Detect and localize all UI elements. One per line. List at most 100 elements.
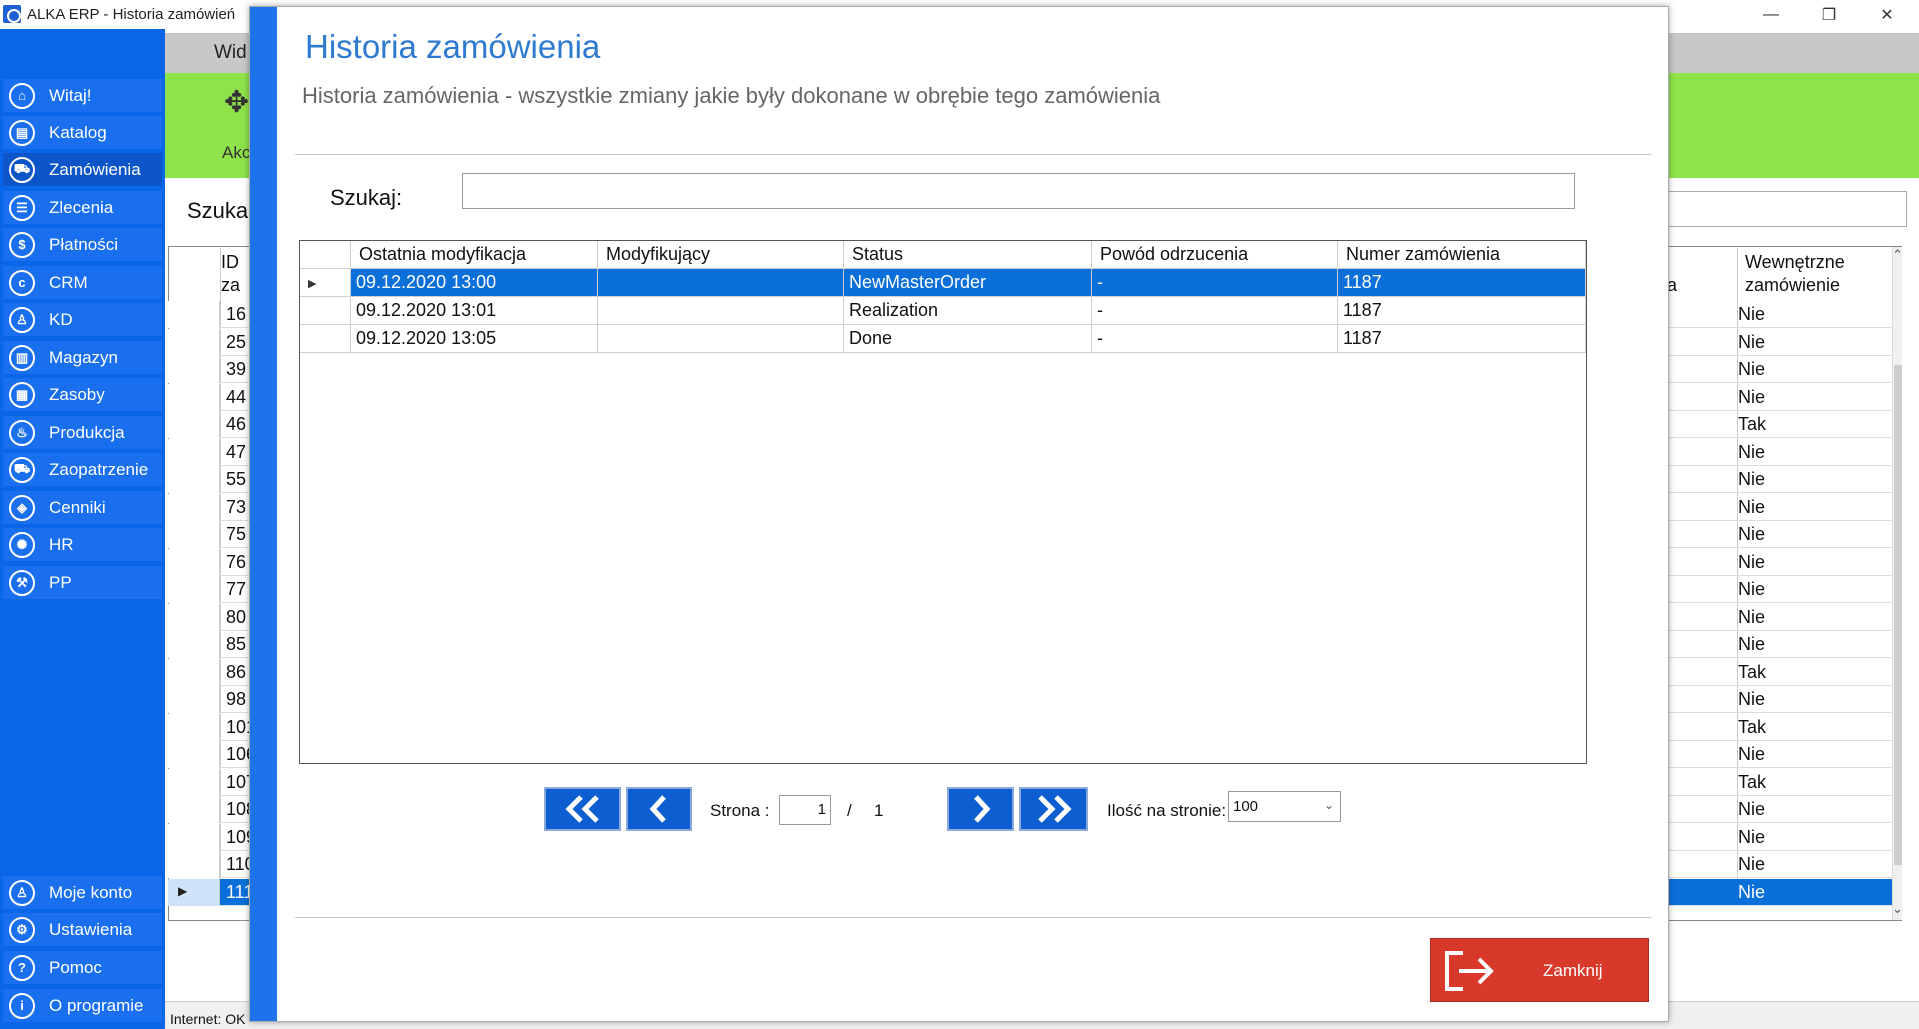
row-header[interactable] bbox=[168, 768, 220, 796]
sidebar-item-zlecenia[interactable]: ☰ Zlecenia bbox=[3, 191, 162, 224]
row-header[interactable] bbox=[168, 493, 220, 521]
sidebar-item-produkcja[interactable]: ♨ Produkcja bbox=[3, 416, 162, 449]
row-header[interactable] bbox=[168, 548, 220, 576]
row-header[interactable] bbox=[168, 466, 220, 493]
scroll-down-icon[interactable]: ⌄ bbox=[1892, 901, 1903, 917]
row-header[interactable] bbox=[168, 631, 220, 658]
scrollbar-thumb[interactable] bbox=[1894, 365, 1902, 865]
page-number-input[interactable]: 1 bbox=[779, 795, 831, 825]
first-page-button[interactable] bbox=[544, 787, 621, 831]
sidebar-item-label: Katalog bbox=[49, 122, 107, 142]
history-grid-header: Ostatnia modyfikacja Modyfikujący Status… bbox=[300, 241, 1586, 269]
dollar-icon: $ bbox=[9, 231, 35, 258]
background-search-input[interactable] bbox=[1640, 191, 1907, 227]
close-dialog-button[interactable]: Zamknij bbox=[1430, 938, 1649, 1002]
sidebar-item-zasoby[interactable]: ▦ Zasoby bbox=[3, 378, 162, 411]
move-icon[interactable]: ✥ bbox=[224, 85, 249, 120]
internal-order-cell: Nie bbox=[1738, 386, 1766, 407]
history-row[interactable]: 09.12.2020 13:01 Realization -1187 bbox=[300, 297, 1586, 325]
sidebar-item-magazyn[interactable]: ▥ Magazyn bbox=[3, 341, 162, 374]
internal-order-cell: Nie bbox=[1738, 579, 1766, 599]
page-total: 1 bbox=[874, 801, 884, 820]
column-header-id[interactable]: ID za bbox=[221, 251, 240, 297]
pp-icon: ⚒ bbox=[9, 569, 35, 596]
column-header-internal-order[interactable]: Wewnętrzne zamówienie bbox=[1745, 251, 1845, 297]
row-header[interactable] bbox=[300, 297, 351, 325]
sidebar-item-zamówienia[interactable]: ⛟ Zamówienia bbox=[3, 153, 162, 186]
sidebar-item-zaopatrzenie[interactable]: ⛟ Zaopatrzenie bbox=[3, 453, 162, 486]
search-input[interactable] bbox=[462, 173, 1575, 209]
column-header-modifier[interactable]: Modyfikujący bbox=[598, 241, 844, 269]
truck-icon: ⛟ bbox=[9, 456, 35, 483]
column-header-order-number[interactable]: Numer zamówienia bbox=[1338, 241, 1586, 269]
row-header[interactable] bbox=[168, 356, 220, 383]
sidebar-item-label: Zamówienia bbox=[49, 159, 141, 179]
previous-page-button[interactable] bbox=[626, 787, 692, 831]
row-header[interactable] bbox=[168, 686, 220, 713]
sidebar-item-kd[interactable]: ♙ KD bbox=[3, 303, 162, 336]
row-header[interactable] bbox=[168, 823, 220, 851]
minimize-button[interactable]: — bbox=[1742, 0, 1800, 29]
page-label: Strona : bbox=[710, 801, 770, 820]
column-header-rejection-reason[interactable]: Powód odrzucenia bbox=[1092, 241, 1338, 269]
row-header[interactable] bbox=[168, 851, 220, 878]
row-header[interactable] bbox=[300, 325, 351, 353]
row-header[interactable] bbox=[168, 328, 220, 356]
sidebar-item-hr[interactable]: ✺ HR bbox=[3, 528, 162, 561]
cart-icon: ⛟ bbox=[9, 156, 35, 183]
sidebar-item-cenniki[interactable]: ◈ Cenniki bbox=[3, 491, 162, 524]
sidebar-item-crm[interactable]: c CRM bbox=[3, 266, 162, 299]
sidebar-item-moje-konto[interactable]: ♙ Moje konto bbox=[3, 876, 162, 909]
modifier-cell bbox=[598, 297, 844, 325]
sidebar-item-pp[interactable]: ⚒ PP bbox=[3, 566, 162, 599]
row-header[interactable] bbox=[168, 521, 220, 548]
gear-icon: ⚙ bbox=[9, 916, 35, 943]
app-window: { "window": { "title": "ALKA ERP - Histo… bbox=[0, 0, 1919, 1029]
sidebar-item-o-programie[interactable]: i O programie bbox=[3, 989, 162, 1022]
row-header[interactable] bbox=[168, 741, 220, 768]
last-page-button[interactable] bbox=[1019, 787, 1088, 831]
tab-widok[interactable]: Wid bbox=[214, 42, 247, 64]
order-id-cell: 98 bbox=[226, 689, 247, 709]
list-icon: ☰ bbox=[9, 194, 35, 221]
row-header[interactable]: ▶ bbox=[168, 878, 220, 906]
rejection-reason-cell: - bbox=[1092, 269, 1338, 297]
internal-order-cell: Nie bbox=[1738, 496, 1766, 517]
row-header[interactable] bbox=[168, 411, 220, 438]
close-dialog-label: Zamknij bbox=[1543, 961, 1603, 980]
chevron-right-icon bbox=[973, 795, 990, 823]
row-header[interactable] bbox=[168, 796, 220, 823]
row-header[interactable] bbox=[168, 576, 220, 603]
order-id-cell: 76 bbox=[226, 551, 247, 572]
internal-order-cell: Nie bbox=[1738, 524, 1766, 544]
restore-button[interactable]: ❐ bbox=[1800, 0, 1858, 29]
history-row[interactable]: 09.12.2020 13:05 Done -1187 bbox=[300, 325, 1586, 353]
scroll-up-icon[interactable]: ⌃ bbox=[1892, 247, 1903, 263]
row-header[interactable] bbox=[168, 713, 220, 741]
order-id-cell: 86 bbox=[226, 661, 247, 682]
column-header-status[interactable]: Status bbox=[844, 241, 1092, 269]
close-window-button[interactable]: ✕ bbox=[1858, 0, 1916, 29]
row-header[interactable] bbox=[168, 603, 220, 631]
per-page-value: 100 bbox=[1233, 798, 1259, 815]
per-page-select[interactable]: 100 ⌄ bbox=[1228, 791, 1341, 822]
row-header[interactable] bbox=[168, 438, 220, 466]
book-icon: ▤ bbox=[9, 119, 35, 146]
sidebar-item-katalog[interactable]: ▤ Katalog bbox=[3, 116, 162, 149]
order-id-cell: 75 bbox=[226, 524, 247, 544]
sidebar-item-pomoc[interactable]: ? Pomoc bbox=[3, 951, 162, 984]
order-id-cell: 77 bbox=[226, 579, 247, 599]
next-page-button[interactable] bbox=[947, 787, 1014, 831]
sidebar-item-witaj-[interactable]: ⌂ Witaj! bbox=[3, 79, 162, 112]
vertical-scrollbar[interactable]: ⌃ ⌄ bbox=[1892, 247, 1903, 920]
row-header[interactable] bbox=[168, 658, 220, 686]
row-header[interactable]: ▶ bbox=[300, 269, 351, 297]
sidebar-item-label: Płatności bbox=[49, 234, 118, 254]
sidebar-item-płatności[interactable]: $ Płatności bbox=[3, 228, 162, 261]
history-row[interactable]: ▶ 09.12.2020 13:00 NewMasterOrder -1187 bbox=[300, 269, 1586, 297]
row-header[interactable] bbox=[168, 383, 220, 411]
row-header[interactable] bbox=[168, 301, 220, 328]
sidebar-item-label: PP bbox=[49, 572, 72, 592]
column-header-last-modified[interactable]: Ostatnia modyfikacja bbox=[351, 241, 598, 269]
sidebar-item-ustawienia[interactable]: ⚙ Ustawienia bbox=[3, 913, 162, 946]
